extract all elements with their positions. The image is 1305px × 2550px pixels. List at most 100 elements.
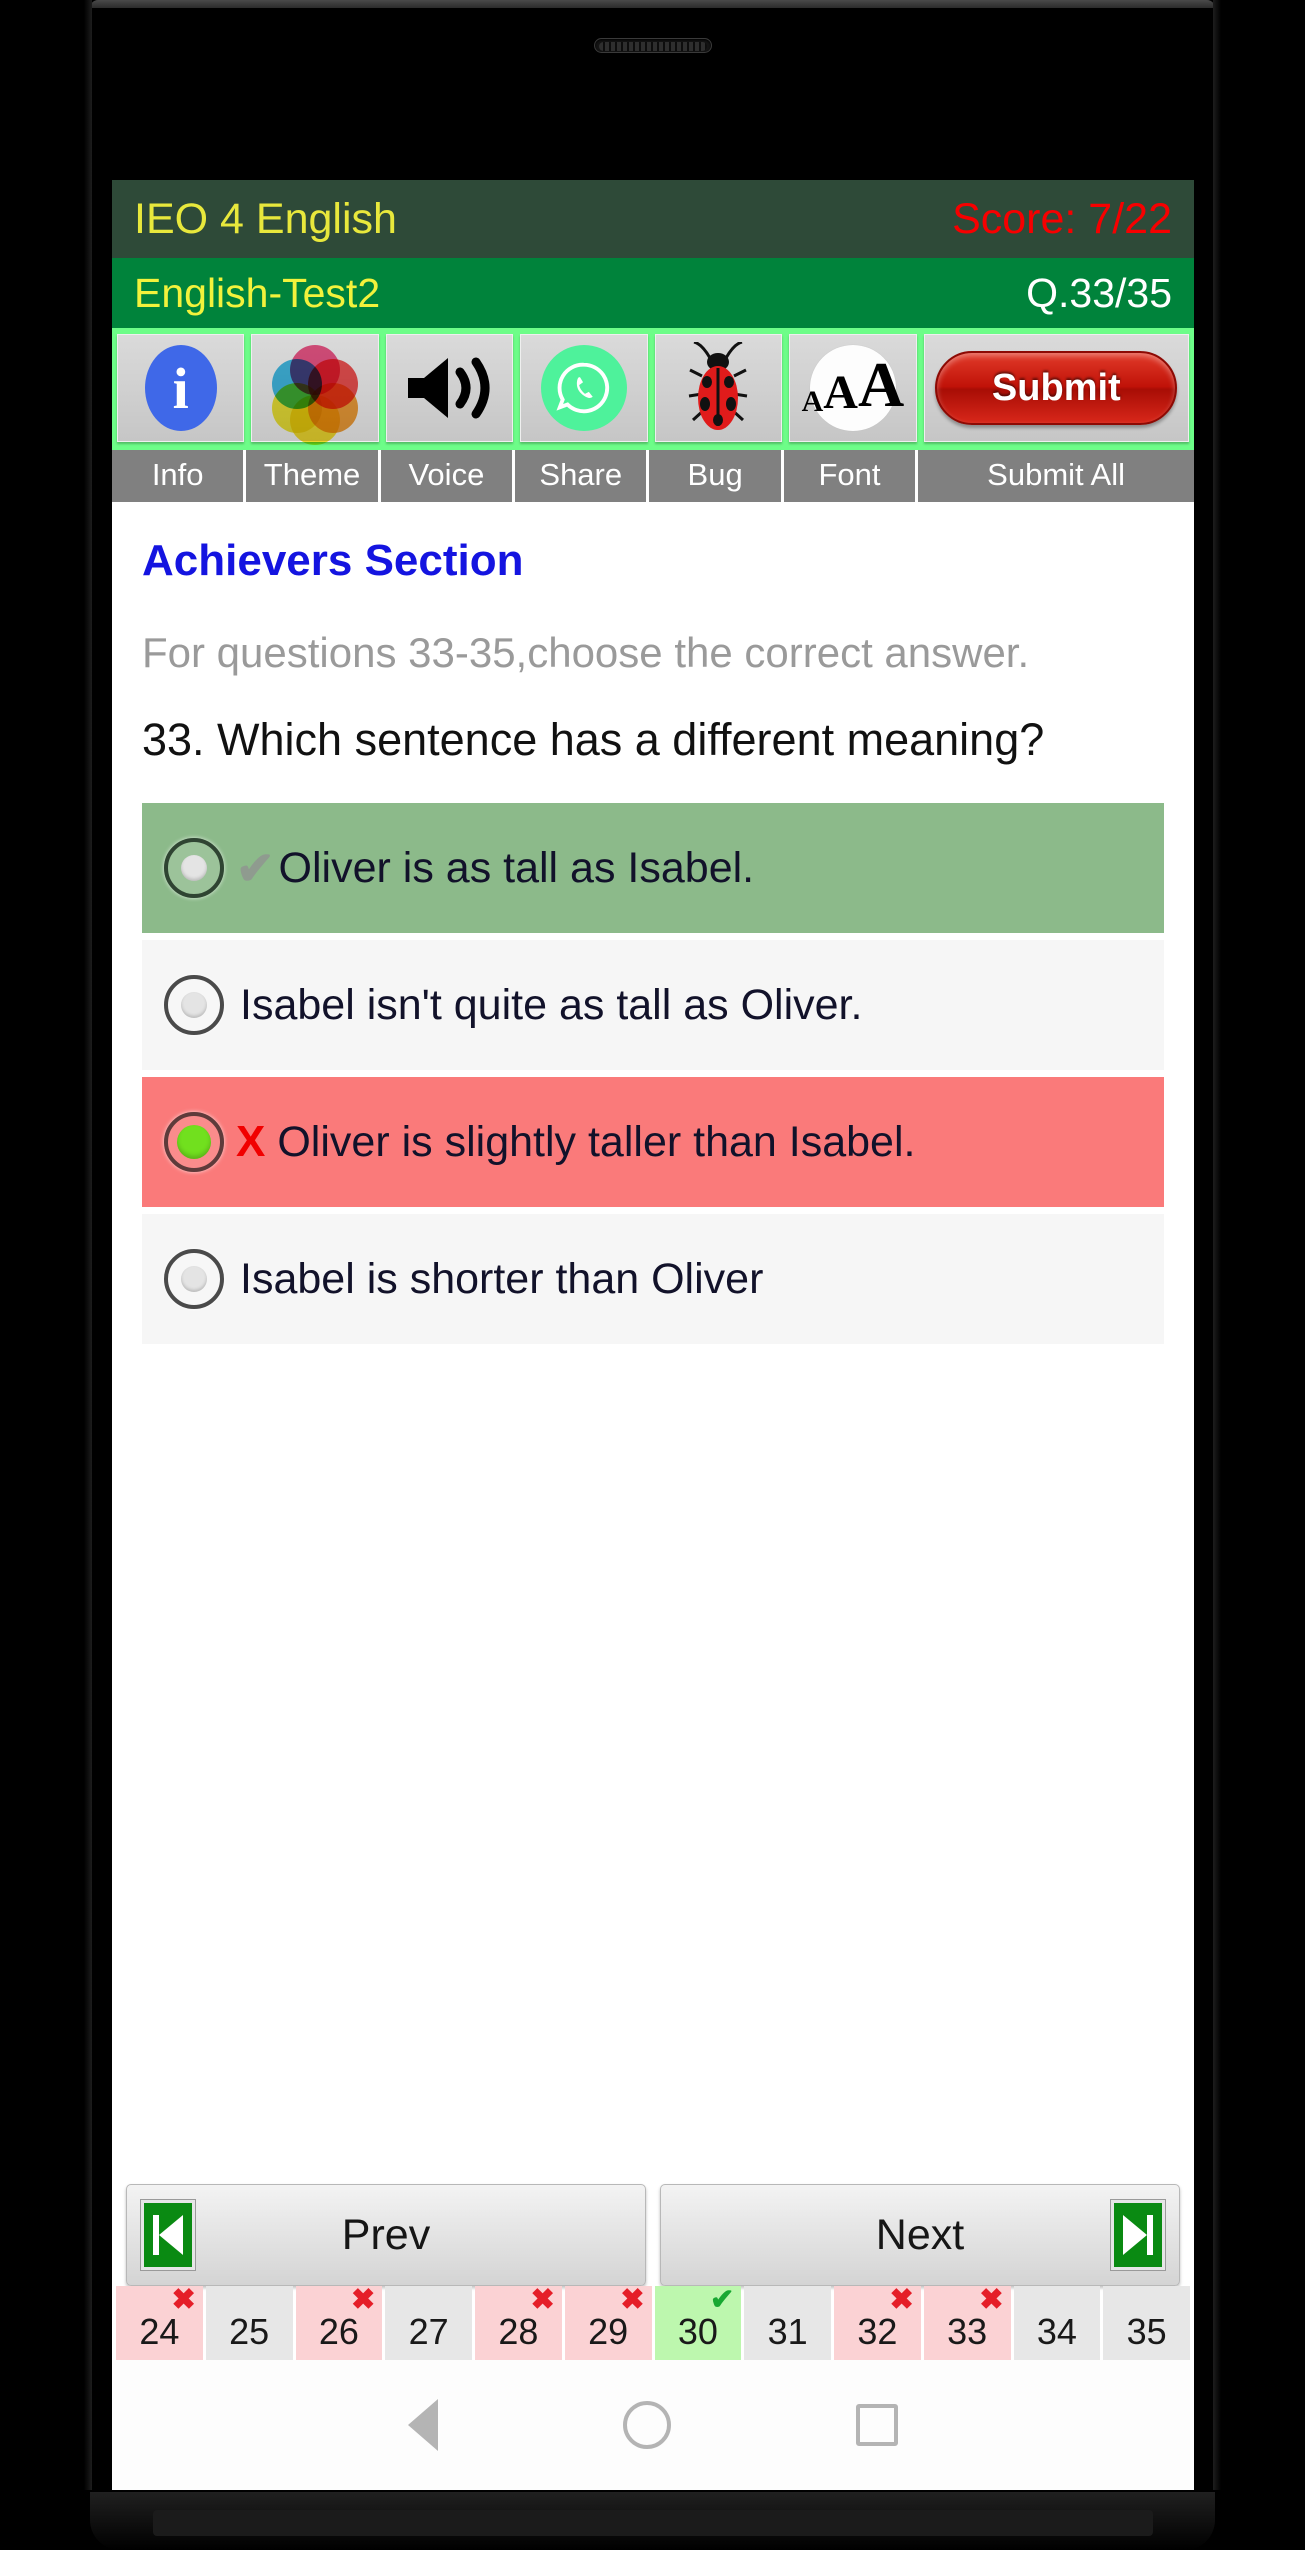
app-title: IEO 4 English (134, 194, 397, 243)
prev-arrow-icon (140, 2199, 196, 2271)
radio-button[interactable] (164, 1249, 224, 1309)
question-number: 35 (1126, 2311, 1167, 2352)
prev-button[interactable]: Prev (126, 2184, 646, 2286)
next-button[interactable]: Next (660, 2184, 1180, 2286)
question-number: 33 (947, 2311, 988, 2352)
toolbar-label-theme[interactable]: Theme (246, 450, 378, 502)
question-number: 32 (857, 2311, 898, 2352)
device-left-bezel (84, 0, 92, 2490)
correct-badge-icon: ✔ (709, 2284, 735, 2316)
question-number: 29 (588, 2311, 629, 2352)
navigation-buttons: Prev Next (112, 2184, 1194, 2286)
wrong-cross-icon: X (236, 1117, 266, 1166)
answer-option-label: Oliver is slightly taller than Isabel. (277, 1117, 916, 1166)
toolbar-label-share[interactable]: Share (515, 450, 647, 502)
device-bottom-strip (152, 2510, 1153, 2536)
earpiece-speaker-grille (593, 38, 712, 53)
answer-option-label: Oliver is as tall as Isabel. (278, 843, 755, 892)
question-counter: Q.33/35 (1026, 269, 1172, 316)
test-name: English-Test2 (134, 269, 381, 316)
toolbar-button-font[interactable]: AAA (789, 334, 917, 442)
toolbar-button-bug[interactable] (654, 334, 783, 442)
question-number: 31 (767, 2311, 808, 2352)
question-number-strip: ✖ 24 25 ✖ 26 27 ✖ 28 ✖ 29 ✔ 30 31 ✖ 32 ✖ 33 34 … (112, 2284, 1194, 2360)
question-cell[interactable]: ✖ 24 (116, 2284, 203, 2360)
radio-button-selected[interactable] (164, 1112, 224, 1172)
wrong-badge-icon: ✖ (889, 2284, 914, 2316)
radio-button[interactable] (164, 838, 224, 898)
answer-options: ✔ Oliver is as tall as Isabel. Isabel is… (142, 803, 1164, 1344)
question-number: 27 (408, 2311, 449, 2352)
question-number: 28 (498, 2311, 539, 2352)
question-cell[interactable]: 25 (205, 2286, 293, 2360)
question-number: 25 (229, 2311, 270, 2352)
answer-option[interactable]: Isabel is shorter than Oliver (142, 1214, 1164, 1344)
instruction-text: For questions 33-35,choose the correct a… (142, 629, 1030, 676)
radio-button[interactable] (164, 975, 224, 1035)
device-bottom-bezel (90, 2492, 1215, 2550)
question-cell[interactable]: 35 (1103, 2286, 1190, 2360)
toolbar-button-share[interactable] (520, 334, 648, 442)
toolbar-button-info[interactable]: i (117, 334, 245, 442)
toolbar-button-submit-all[interactable]: Submit (923, 334, 1190, 442)
question-content: Achievers Section For questions 33-35,ch… (112, 502, 1194, 1344)
question-cell[interactable]: ✖ 33 (923, 2284, 1011, 2360)
next-button-label: Next (875, 2210, 965, 2259)
question-number: 30 (677, 2311, 718, 2352)
android-navigation-bar (112, 2360, 1194, 2490)
section-title: Achievers Section (142, 536, 524, 585)
bug-icon (688, 340, 748, 434)
answer-option[interactable]: Isabel isn't quite as tall as Oliver. (142, 940, 1164, 1070)
toolbar-label-voice[interactable]: Voice (380, 450, 513, 502)
question-cell[interactable]: 27 (385, 2286, 472, 2360)
wrong-badge-icon: ✖ (620, 2284, 645, 2316)
next-arrow-icon (1110, 2199, 1166, 2271)
toolbar-button-theme[interactable] (251, 334, 379, 445)
question-number: 24 (139, 2311, 180, 2352)
question-cell[interactable]: ✖ 29 (564, 2284, 652, 2360)
question-number: 26 (318, 2311, 359, 2352)
toolbar: i A A A Submit (112, 328, 1194, 450)
question-cell[interactable]: ✖ 28 (475, 2284, 562, 2360)
voice-icon (404, 352, 496, 424)
question-cell[interactable]: 31 (744, 2286, 831, 2360)
question-cell[interactable]: ✖ 32 (834, 2284, 921, 2360)
correct-tick-icon: ✔ (236, 842, 275, 894)
wrong-badge-icon: ✖ (979, 2284, 1004, 2316)
question-number: 34 (1036, 2311, 1077, 2352)
answer-option-label: Isabel isn't quite as tall as Oliver. (240, 980, 863, 1029)
answer-option-label: Isabel is shorter than Oliver (240, 1254, 764, 1303)
info-icon: i (144, 345, 217, 431)
answer-option[interactable]: X Oliver is slightly taller than Isabel. (142, 1077, 1164, 1207)
question-cell[interactable]: ✖ 26 (295, 2284, 383, 2360)
toolbar-button-voice[interactable] (385, 334, 514, 442)
wrong-badge-icon: ✖ (171, 2284, 196, 2316)
wrong-badge-icon: ✖ (350, 2284, 376, 2316)
question-text: 33. Which sentence has a different meani… (142, 714, 1045, 765)
device-right-bezel (1213, 0, 1221, 2490)
submit-button[interactable]: Submit (935, 351, 1178, 425)
recents-square-icon[interactable] (856, 2404, 898, 2446)
toolbar-label-bug[interactable]: Bug (649, 450, 781, 502)
device-frame: IEO 4 English Score: 7/22 English-Test2 … (0, 0, 1305, 2550)
app-screen: IEO 4 English Score: 7/22 English-Test2 … (112, 180, 1194, 2490)
question-cell[interactable]: ✔ 30 (654, 2284, 742, 2360)
info-icon-letter: i (172, 355, 189, 421)
toolbar-labels: Info Theme Voice Share Bug Font Submit A… (112, 450, 1194, 502)
home-circle-icon[interactable] (623, 2401, 671, 2449)
share-icon (541, 345, 628, 431)
toolbar-label-info[interactable]: Info (112, 450, 244, 502)
score-label: Score: 7/22 (952, 194, 1172, 243)
test-info-bar: English-Test2 Q.33/35 (112, 258, 1194, 328)
question-cell[interactable]: 34 (1013, 2286, 1101, 2360)
wrong-badge-icon: ✖ (530, 2284, 555, 2316)
toolbar-label-font[interactable]: Font (783, 450, 916, 502)
app-title-bar: IEO 4 English Score: 7/22 (112, 180, 1194, 258)
device-top-bezel (90, 0, 1215, 8)
toolbar-label-submit-all[interactable]: Submit All (918, 450, 1194, 502)
prev-button-label: Prev (341, 2210, 431, 2259)
back-triangle-icon[interactable] (408, 2399, 438, 2451)
theme-icon (272, 345, 359, 445)
font-icon: AAA (802, 345, 904, 431)
answer-option[interactable]: ✔ Oliver is as tall as Isabel. (142, 803, 1164, 933)
